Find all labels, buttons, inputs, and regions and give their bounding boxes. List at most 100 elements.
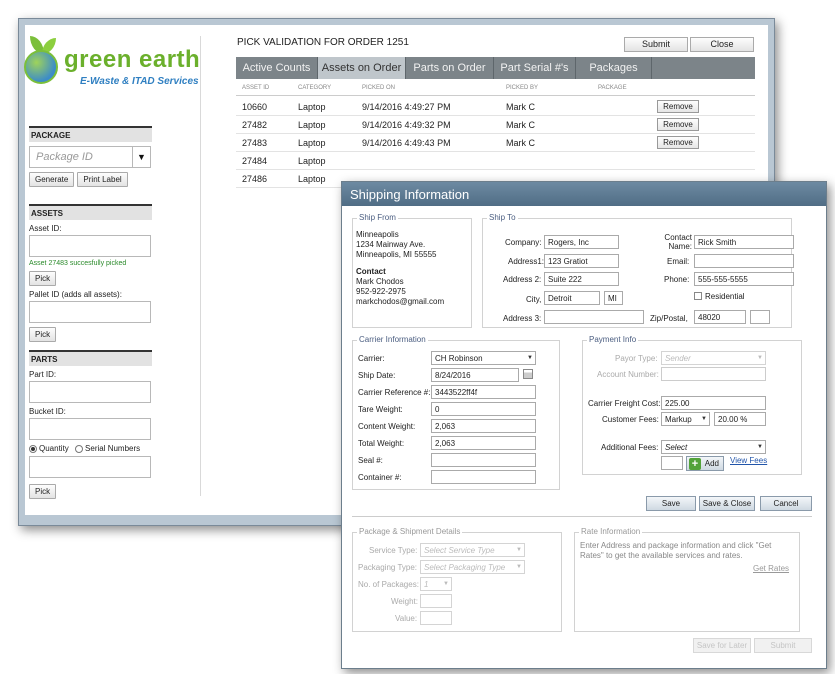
carrier-info-box: Carrier Information Carrier: CH Robinson…	[352, 335, 560, 490]
address3-input[interactable]	[544, 310, 644, 324]
total-weight-input[interactable]: 2,063	[431, 436, 536, 450]
package-id-placeholder: Package ID	[36, 151, 93, 163]
remove-button[interactable]: Remove	[657, 118, 699, 131]
address2-label: Address 2:	[503, 275, 542, 284]
remove-button[interactable]: Remove	[657, 136, 699, 149]
pallet-pick-button[interactable]: Pick	[29, 327, 57, 342]
payment-info-title: Payment Info	[587, 335, 639, 344]
table-row[interactable]: 10660 Laptop 9/14/2016 4:49:27 PM Mark C…	[236, 98, 755, 116]
table-row[interactable]: 27484 Laptop	[236, 152, 755, 170]
dropdown-arrow-icon: ▼	[527, 355, 533, 361]
city-input[interactable]: Detroit	[544, 291, 600, 305]
save-button[interactable]: Save	[646, 496, 696, 511]
add-fee-button[interactable]: + Add	[686, 456, 724, 471]
additional-fees-select[interactable]: Select ▼	[661, 440, 766, 454]
freight-cost-input[interactable]: 225.00	[661, 396, 766, 410]
zip-input[interactable]: 48020	[694, 310, 746, 324]
num-packages-select[interactable]: 1 ▼	[420, 577, 452, 591]
remove-button[interactable]: Remove	[657, 100, 699, 113]
payor-type-select[interactable]: Sender ▼	[661, 351, 766, 365]
calendar-icon[interactable]	[523, 369, 533, 379]
quantity-input[interactable]	[29, 456, 151, 478]
category-cell: Laptop	[298, 156, 326, 166]
tare-weight-input[interactable]: 0	[431, 402, 536, 416]
container-input[interactable]	[431, 470, 536, 484]
email-input[interactable]	[694, 254, 794, 268]
plus-icon: +	[689, 458, 701, 470]
dropdown-arrow-icon[interactable]: ▼	[132, 147, 150, 167]
tab-active-counts[interactable]: Active Counts	[236, 57, 318, 79]
quantity-label: Quantity	[39, 444, 69, 453]
residential-checkbox[interactable]	[694, 292, 702, 300]
submit-button[interactable]: Submit	[624, 37, 688, 52]
close-button[interactable]: Close	[690, 37, 754, 52]
package-id-select[interactable]: Package ID ▼	[29, 146, 151, 168]
asset-pick-button[interactable]: Pick	[29, 271, 57, 286]
col-category: CATEGORY	[298, 85, 332, 91]
ship-date-input[interactable]: 8/24/2016	[431, 368, 519, 382]
value-input[interactable]	[420, 611, 452, 625]
contact-name-input[interactable]: Rick Smith	[694, 235, 794, 249]
tab-assets-on-order[interactable]: Assets on Order	[318, 57, 406, 79]
submit-shipment-button[interactable]: Submit	[754, 638, 812, 653]
pallet-id-input[interactable]	[29, 301, 151, 323]
freight-cost-label: Carrier Freight Cost:	[588, 399, 661, 408]
table-row[interactable]: 27483 Laptop 9/14/2016 4:49:43 PM Mark C…	[236, 134, 755, 152]
assets-heading: ASSETS	[29, 204, 152, 220]
contact-phone: 952-922-2975	[356, 287, 406, 296]
service-type-select[interactable]: Select Service Type ▼	[420, 543, 525, 557]
packaging-type-select[interactable]: Select Packaging Type ▼	[420, 560, 525, 574]
fees-type-select[interactable]: Markup ▼	[661, 412, 710, 426]
account-number-input[interactable]	[661, 367, 766, 381]
dropdown-arrow-icon: ▼	[516, 564, 522, 570]
category-cell: Laptop	[298, 102, 326, 112]
content-weight-label: Content Weight:	[358, 422, 416, 431]
tab-packages[interactable]: Packages	[576, 57, 652, 79]
serial-numbers-radio[interactable]	[75, 444, 84, 453]
globe-icon	[24, 50, 58, 84]
view-fees-link[interactable]: View Fees	[730, 456, 767, 465]
additional-fee-amount-input[interactable]	[661, 456, 683, 470]
serial-numbers-label: Serial Numbers	[85, 444, 141, 453]
table-row[interactable]: 27482 Laptop 9/14/2016 4:49:32 PM Mark C…	[236, 116, 755, 134]
state-input[interactable]: MI	[604, 291, 623, 305]
asset-id-cell: 27483	[242, 138, 268, 148]
content-weight-input[interactable]: 2,063	[431, 419, 536, 433]
parts-pick-button[interactable]: Pick	[29, 484, 57, 499]
ship-to-title: Ship To	[487, 213, 518, 222]
asset-id-cell: 27486	[242, 174, 268, 184]
print-label-button[interactable]: Print Label	[77, 172, 128, 187]
fees-value-input[interactable]: 20.00 %	[714, 412, 766, 426]
phone-input[interactable]: 555-555-5555	[694, 272, 794, 286]
company-input[interactable]: Rogers, Inc	[544, 235, 619, 249]
address1-label: Address1:	[508, 257, 545, 266]
carrier-reference-input[interactable]: 3443522ff4f	[431, 385, 536, 399]
category-cell: Laptop	[298, 138, 326, 148]
tab-parts-on-order[interactable]: Parts on Order	[406, 57, 494, 79]
service-type-value: Select Service Type	[424, 546, 495, 555]
cancel-button[interactable]: Cancel	[760, 496, 812, 511]
address1-input[interactable]: 123 Gratiot	[544, 254, 619, 268]
get-rates-link[interactable]: Get Rates	[753, 564, 789, 573]
picked-by-cell: Mark C	[506, 102, 535, 112]
address2-input[interactable]: Suite 222	[544, 272, 619, 286]
save-for-later-button[interactable]: Save for Later	[693, 638, 751, 653]
value-label: Value:	[395, 614, 418, 623]
quantity-radio[interactable]	[29, 444, 37, 453]
seal-input[interactable]	[431, 453, 536, 467]
assets-section: ASSETS Asset ID: Asset 27483 succesfully…	[29, 204, 152, 342]
asset-id-input[interactable]	[29, 235, 151, 257]
zip-extension-input[interactable]	[750, 310, 770, 324]
container-label: Container #:	[358, 473, 402, 482]
save-close-button[interactable]: Save & Close	[699, 496, 755, 511]
payment-info-box: Payment Info Payor Type: Sender ▼ Account…	[582, 335, 802, 475]
part-id-input[interactable]	[29, 381, 151, 403]
carrier-select[interactable]: CH Robinson ▼	[431, 351, 536, 365]
company-label: Company:	[505, 238, 542, 247]
package-shipment-title: Package & Shipment Details	[357, 527, 463, 536]
city-label: City,	[526, 295, 542, 304]
bucket-id-input[interactable]	[29, 418, 151, 440]
generate-button[interactable]: Generate	[29, 172, 75, 187]
tab-part-serials[interactable]: Part Serial #'s	[494, 57, 576, 79]
weight-input[interactable]	[420, 594, 452, 608]
